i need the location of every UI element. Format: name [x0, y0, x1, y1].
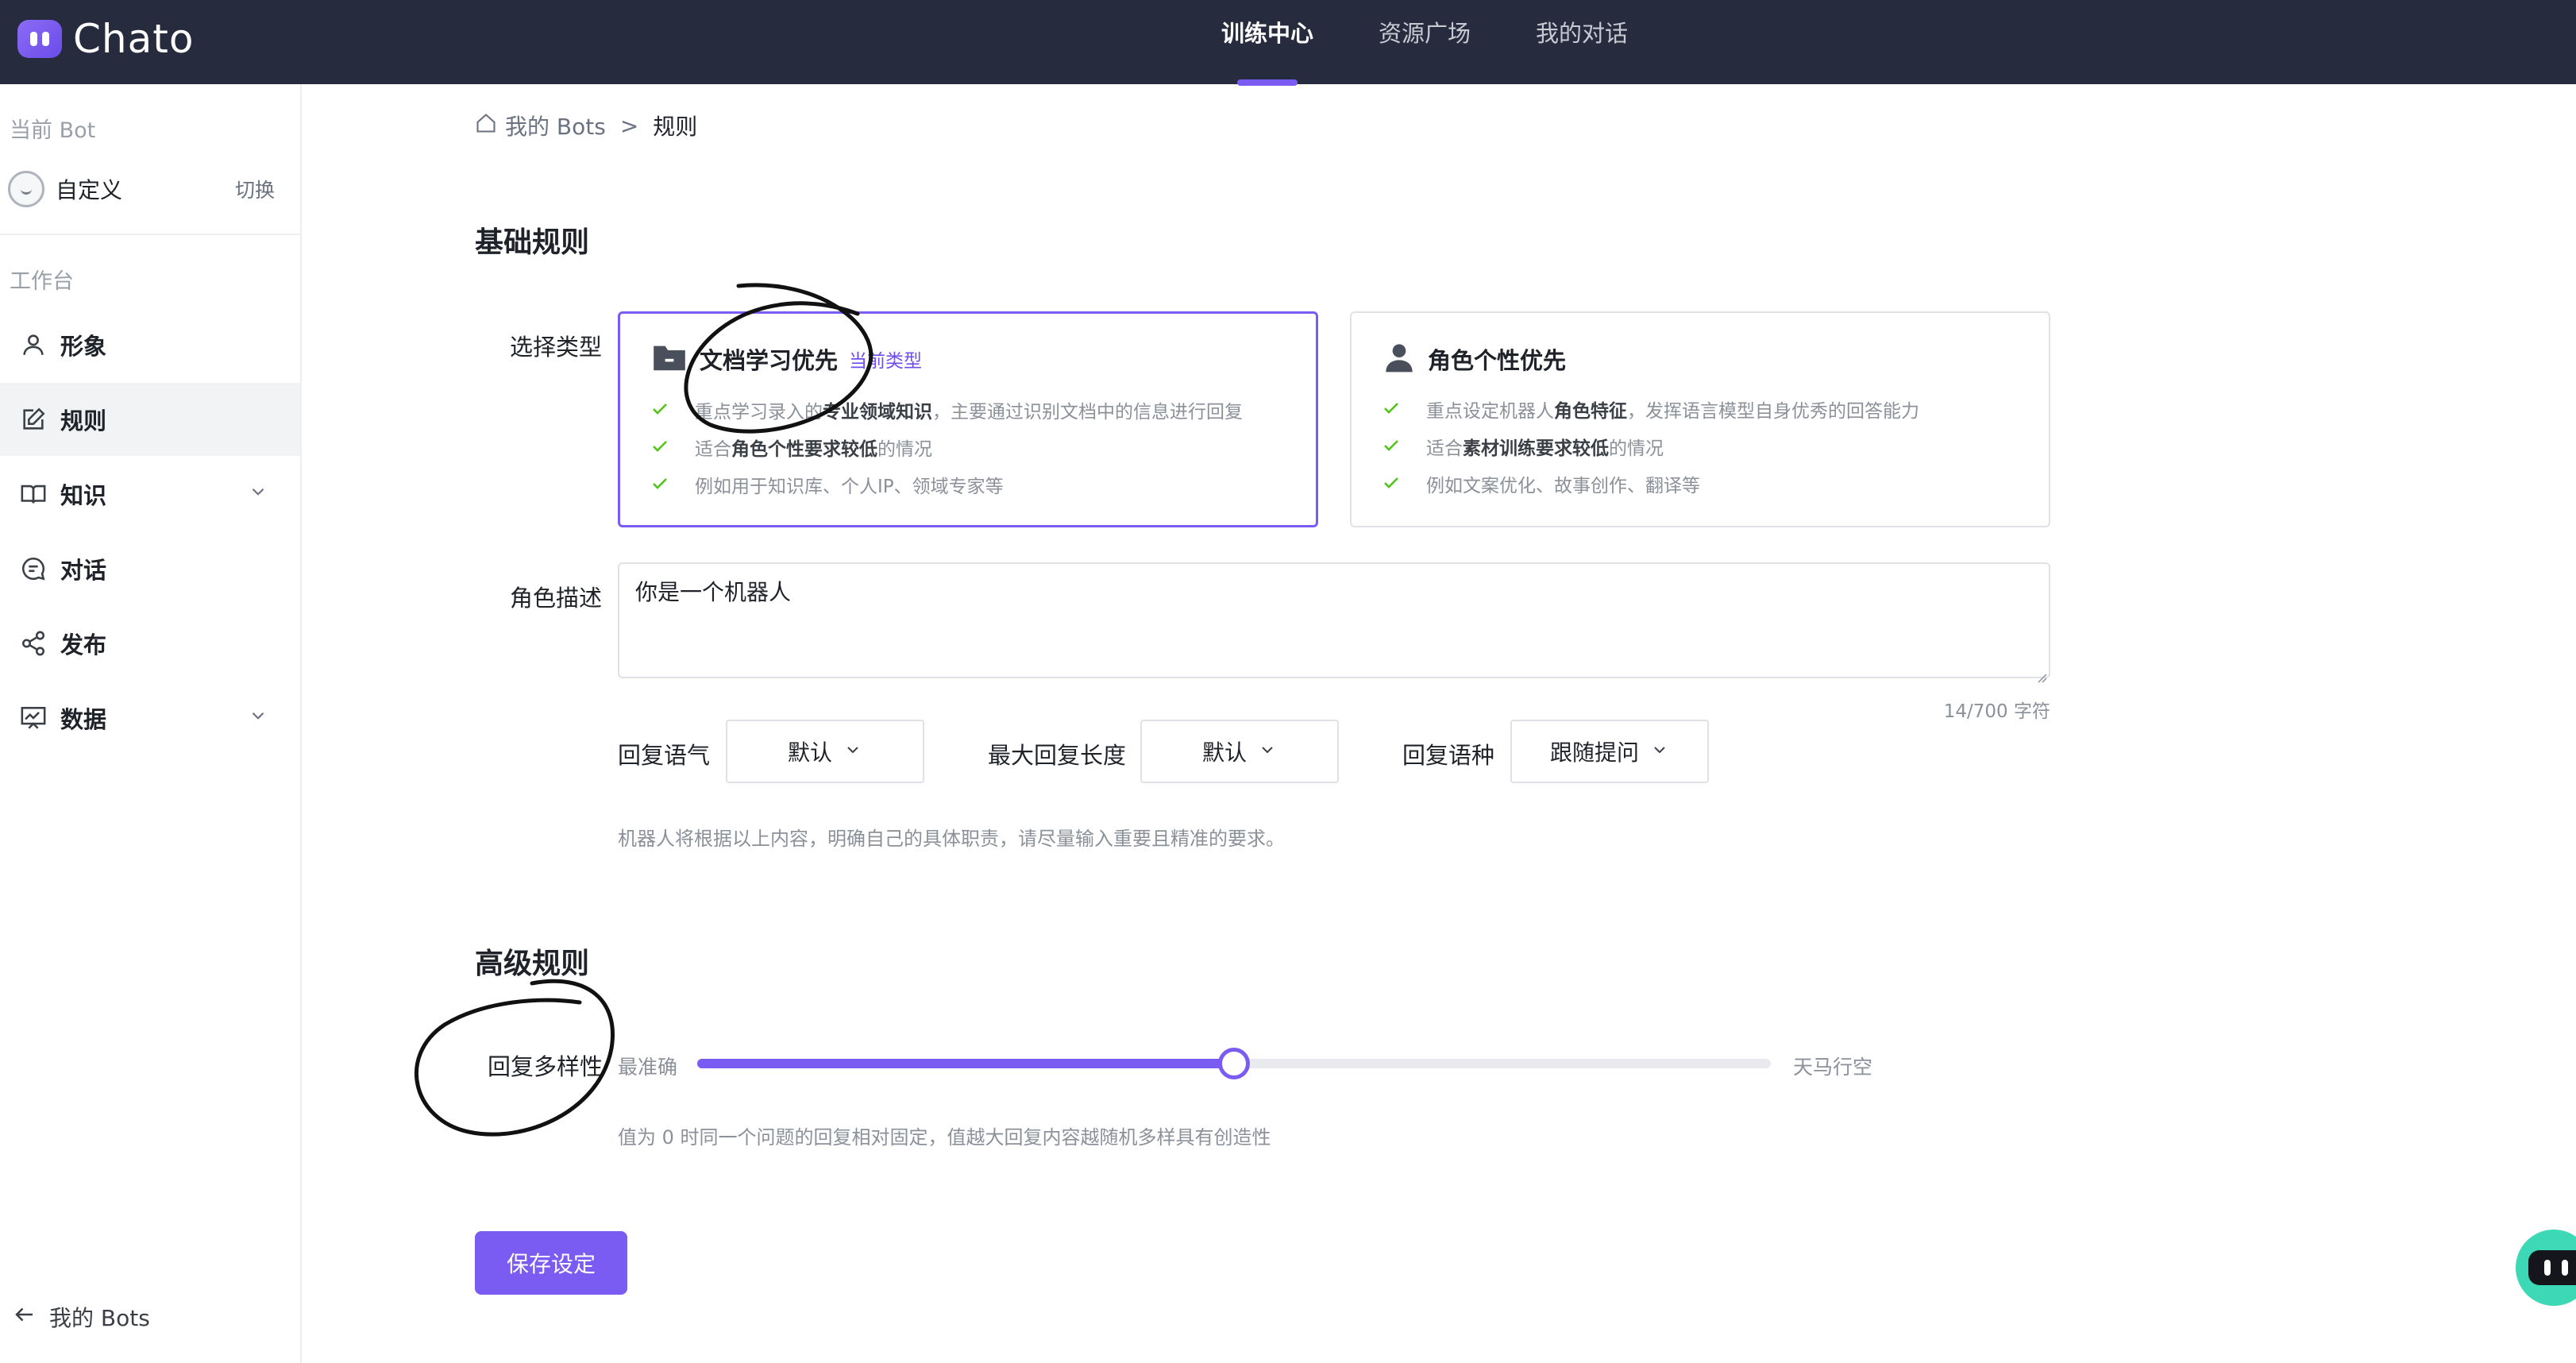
assistant-fab[interactable]	[2516, 1230, 2576, 1306]
user-icon	[17, 329, 49, 361]
slider-max-label: 天马行空	[1793, 1056, 1873, 1079]
chevron-down-icon	[843, 739, 862, 765]
share-icon	[17, 627, 49, 659]
top-nav: 训练中心 资源广场 我的对话	[1221, 0, 1693, 86]
check-icon	[652, 400, 668, 420]
current-bot: 自定义 切换	[8, 168, 286, 210]
logo[interactable]: Chato	[17, 16, 194, 62]
check-icon	[652, 474, 668, 495]
type-card-line: 例如用于知识库、个人IP、领域专家等	[652, 471, 1004, 498]
check-icon	[1383, 399, 1399, 419]
reply-language-label: 回复语种	[1402, 742, 1495, 769]
reply-diversity-slider[interactable]	[697, 1048, 1771, 1079]
bot-avatar	[8, 171, 44, 207]
role-description-label: 角色描述	[510, 585, 603, 612]
sidebar-item-label: 发布	[60, 631, 107, 658]
type-card-line: 重点设定机器人 角色特征 ，发挥语言模型自身优秀的回答能力	[1383, 396, 1919, 423]
logo-text: Chato	[73, 16, 195, 62]
advanced-rules-title: 高级规则	[475, 948, 590, 980]
select-value: 默认	[787, 739, 832, 766]
role-description-input[interactable]: 你是一个机器人	[618, 562, 2050, 683]
type-card-document-first[interactable]: 文档学习优先 当前类型 重点学习录入的 专业领域知识 ，主要通过识别文档中的信息进行…	[618, 311, 1318, 527]
basic-rules-hint: 机器人将根据以上内容，明确自己的具体职责，请尽量输入重要且精准的要求。	[618, 828, 1285, 850]
char-count: 14/700 字符	[1943, 701, 2050, 722]
slider-fill	[697, 1059, 1234, 1068]
bot-face-icon	[2528, 1250, 2576, 1285]
breadcrumb: 我的 Bots > 规则	[475, 110, 697, 141]
type-label: 选择类型	[510, 334, 603, 361]
top-bar: Chato 训练中心 资源广场 我的对话	[0, 0, 2576, 86]
type-card-personality-first[interactable]: 角色个性优先 重点设定机器人 角色特征 ，发挥语言模型自身优秀的回答能力 适合 素材训…	[1350, 311, 2050, 527]
home-icon[interactable]	[475, 112, 497, 140]
sidebar-item-label: 规则	[60, 407, 107, 434]
sidebar-item-avatar[interactable]: 形象	[0, 308, 300, 381]
type-card-line: 例如文案优化、故事创作、翻译等	[1383, 470, 1700, 497]
chevron-down-icon	[248, 481, 268, 505]
max-reply-length-select[interactable]: 默认	[1140, 720, 1339, 783]
slider-min-label: 最准确	[618, 1056, 678, 1079]
sidebar-item-label: 对话	[60, 557, 107, 584]
current-bot-label: 当前 Bot	[10, 118, 96, 143]
nav-training-center[interactable]: 训练中心	[1221, 0, 1313, 86]
sidebar-item-knowledge[interactable]: 知识	[0, 458, 300, 531]
reply-diversity-label: 回复多样性	[488, 1053, 604, 1080]
role-description-value: 你是一个机器人	[635, 579, 792, 605]
folder-icon	[652, 343, 687, 375]
check-icon	[1383, 473, 1399, 494]
edit-icon	[17, 403, 49, 435]
check-icon	[652, 437, 668, 458]
chevron-down-icon	[1650, 739, 1669, 765]
nav-resource-plaza[interactable]: 资源广场	[1379, 0, 1471, 84]
arrow-left-icon	[11, 1303, 38, 1332]
logo-icon	[17, 20, 62, 58]
sidebar-item-dialogue[interactable]: 对话	[0, 532, 300, 605]
diversity-hint: 值为 0 时同一个问题的回复相对固定，值越大回复内容越随机多样具有创造性	[618, 1126, 1271, 1149]
bot-name: 自定义	[56, 177, 123, 203]
reply-language-select[interactable]: 跟随提问	[1510, 720, 1709, 783]
check-icon	[1383, 436, 1399, 457]
sidebar: 当前 Bot 自定义 切换 工作台 形象 规则 知识 对话 发布 数据 我的 B…	[0, 84, 302, 1363]
sidebar-item-data[interactable]: 数据	[0, 682, 300, 755]
reply-tone-select[interactable]: 默认	[726, 720, 924, 783]
back-to-my-bots-link[interactable]: 我的 Bots	[11, 1301, 150, 1333]
reply-tone-label: 回复语气	[618, 742, 711, 769]
basic-rules-title: 基础规则	[475, 226, 590, 259]
annotation-overlay	[415, 283, 873, 1137]
breadcrumb-separator: >	[619, 112, 639, 139]
max-reply-length-label: 最大回复长度	[988, 742, 1127, 769]
type-card-line: 适合 素材训练要求较低 的情况	[1383, 433, 1664, 460]
chat-icon	[17, 553, 49, 585]
sidebar-item-publish[interactable]: 发布	[0, 607, 300, 680]
back-label: 我的 Bots	[49, 1305, 150, 1331]
select-value: 跟随提问	[1549, 739, 1639, 766]
slider-thumb[interactable]	[1218, 1048, 1250, 1079]
breadcrumb-current: 规则	[653, 114, 698, 140]
book-icon	[17, 478, 49, 510]
sidebar-item-label: 知识	[60, 482, 107, 509]
chart-icon	[17, 702, 49, 734]
switch-bot-button[interactable]: 切换	[235, 175, 275, 203]
type-card-title: 角色个性优先	[1428, 347, 1567, 374]
type-card-title: 文档学习优先	[700, 347, 839, 374]
chevron-down-icon	[248, 705, 268, 729]
type-card-line: 重点学习录入的 专业领域知识 ，主要通过识别文档中的信息进行回复	[652, 396, 1243, 423]
current-type-tag: 当前类型	[849, 351, 923, 372]
sidebar-item-rules[interactable]: 规则	[0, 383, 300, 456]
save-settings-button[interactable]: 保存设定	[475, 1231, 627, 1295]
resize-handle-icon[interactable]	[2034, 662, 2047, 683]
sidebar-divider	[0, 234, 300, 235]
sidebar-item-label: 形象	[60, 333, 107, 360]
type-card-line: 适合 角色个性要求较低 的情况	[652, 434, 932, 461]
sidebar-item-label: 数据	[60, 706, 107, 733]
person-icon	[1383, 342, 1415, 376]
chevron-down-icon	[1258, 739, 1277, 765]
workspace-label: 工作台	[10, 269, 74, 294]
breadcrumb-my-bots[interactable]: 我的 Bots	[505, 110, 606, 141]
nav-my-conversations[interactable]: 我的对话	[1536, 0, 1628, 84]
select-value: 默认	[1201, 739, 1247, 766]
